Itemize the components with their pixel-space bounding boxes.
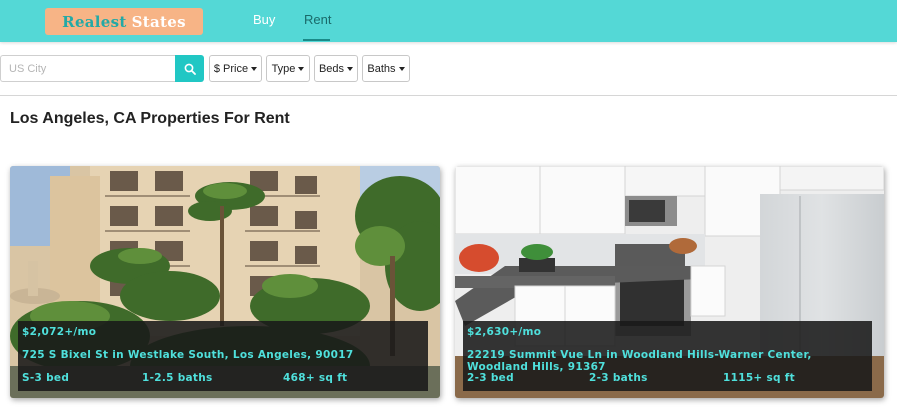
caret-down-icon <box>398 66 405 71</box>
search-button[interactable] <box>175 55 204 82</box>
logo-word-realest: Realest <box>62 12 127 31</box>
listing-sqft: 468+ sq ft <box>283 372 348 384</box>
listing-card[interactable]: $2,072+/mo 725 S Bixel St in Westlake So… <box>10 166 440 398</box>
listing-beds: 2-3 bed <box>467 372 514 384</box>
price-filter-dropdown[interactable]: $ Price <box>209 55 262 82</box>
listing-beds: S-3 bed <box>22 372 70 384</box>
listing-address[interactable]: 22219 Summit Vue Ln in Woodland Hills-Wa… <box>467 349 867 373</box>
logo[interactable]: Realest States <box>45 8 203 35</box>
type-filter-label: Type <box>271 62 296 75</box>
listing-card[interactable]: $2,630+/mo 22219 Summit Vue Ln in Woodla… <box>455 166 884 398</box>
active-tab-indicator <box>303 39 330 41</box>
price-filter-label: $ Price <box>213 62 249 75</box>
section-divider <box>0 95 897 96</box>
nav-link-rent[interactable]: Rent <box>304 12 331 27</box>
beds-filter-label: Beds <box>318 62 345 75</box>
listing-sqft: 1115+ sq ft <box>723 372 795 384</box>
listing-address[interactable]: 725 S Bixel St in Westlake South, Los An… <box>22 349 422 361</box>
logo-word-states: States <box>131 12 186 31</box>
city-search-input[interactable] <box>0 55 175 82</box>
listing-price: $2,630+/mo <box>467 326 542 338</box>
search-icon <box>184 63 196 75</box>
caret-down-icon <box>347 66 354 71</box>
listing-price: $2,072+/mo <box>22 326 97 338</box>
listing-baths: 2-3 baths <box>589 372 648 384</box>
baths-filter-label: Baths <box>367 62 396 75</box>
listing-info-overlay: $2,072+/mo 725 S Bixel St in Westlake So… <box>18 321 428 391</box>
listing-baths: 1-2.5 baths <box>142 372 213 384</box>
beds-filter-dropdown[interactable]: Beds <box>314 55 358 82</box>
caret-down-icon <box>251 66 258 71</box>
listing-info-overlay: $2,630+/mo 22219 Summit Vue Ln in Woodla… <box>463 321 872 391</box>
top-navbar: Realest States Buy Rent <box>0 0 897 42</box>
type-filter-dropdown[interactable]: Type <box>266 55 310 82</box>
page-title: Los Angeles, CA Properties For Rent <box>10 110 290 127</box>
nav-link-buy[interactable]: Buy <box>253 12 275 27</box>
caret-down-icon <box>298 66 305 71</box>
baths-filter-dropdown[interactable]: Baths <box>362 55 410 82</box>
